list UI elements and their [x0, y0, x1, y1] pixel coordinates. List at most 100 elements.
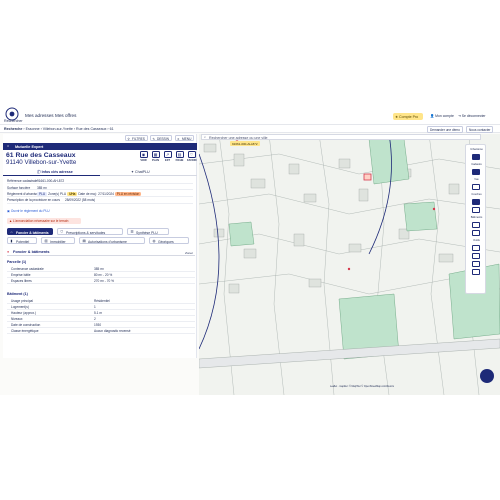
- map-canvas[interactable]: [199, 134, 500, 395]
- tab-chatplu-label: ChatPLU: [135, 170, 150, 175]
- pin-icon: ●: [7, 250, 10, 255]
- tool-button[interactable]: [472, 253, 480, 259]
- tool-button[interactable]: [472, 261, 480, 267]
- ctrl-label: Couches: [471, 193, 482, 196]
- nav-mes-offres[interactable]: Mes offres: [55, 113, 76, 118]
- warning-icon: ▲: [9, 219, 13, 224]
- maj-date: Date de maj : 27/11/2024: [78, 191, 114, 196]
- building-icon: ▥: [44, 239, 48, 244]
- zoner-link[interactable]: Zoner: [185, 251, 193, 255]
- row-value: 80 m² - 20 %: [94, 273, 113, 278]
- layer-toggle[interactable]: [472, 154, 480, 160]
- logout-label: Se déconnecter: [461, 114, 486, 118]
- table-row: Espaces libres 270 m² - 70 %: [7, 278, 195, 284]
- menu-button[interactable]: ≡ MENU: [175, 135, 195, 141]
- active-tab-indicator: [3, 175, 100, 176]
- app-window: Rechercher Mes adresses Mes offres ★ Com…: [0, 103, 500, 395]
- zone-label: Zone(s) PLU: [48, 191, 67, 196]
- cadastral-map[interactable]: [199, 134, 500, 395]
- selected-parcel[interactable]: [363, 173, 372, 181]
- plu-reglement-link[interactable]: ▣ Ouvrir le règlement du PLU: [7, 209, 50, 213]
- address-line1: 61 Rue des Casseaux: [6, 152, 76, 159]
- contact-button[interactable]: Nous contacter: [466, 126, 494, 134]
- home-icon: ⌂: [7, 144, 10, 149]
- panel-mini-tabs: ⚲ FILTRES ✎ DESSIN ≡ MENU: [3, 134, 197, 142]
- demo-button[interactable]: Demander une démo: [427, 126, 463, 134]
- section-foncier-header: ● Foncier & bâtiments Zoner: [7, 250, 195, 256]
- filtres-button[interactable]: ⚲ FILTRES: [125, 135, 148, 141]
- voir-action[interactable]: ◉ VOIR: [139, 151, 148, 165]
- plan-label: PLAN: [151, 159, 160, 162]
- ctrl-label: Outils: [473, 239, 480, 242]
- chip-potentiel[interactable]: ▮ Potentiel: [7, 237, 37, 244]
- row-key: Niveaux: [11, 317, 23, 322]
- compte-pro-button[interactable]: ★ Compte Pro: [393, 113, 423, 120]
- menu-label: MENU: [182, 137, 192, 141]
- nav-rechercher[interactable]: Rechercher: [4, 119, 23, 123]
- breadcrumb-root[interactable]: Recherche: [4, 127, 22, 131]
- chip-immobilier[interactable]: ▥ Immobilier: [41, 237, 75, 244]
- pin-icon: ⌂: [10, 230, 13, 235]
- logout-link[interactable]: ⇥ Se déconnecter: [458, 114, 486, 118]
- parcel-title: Parcelle (1): [7, 260, 27, 264]
- alert-text: L'annonciation nécessaire sur le terrain: [13, 219, 69, 224]
- list-icon: ☰: [130, 230, 134, 235]
- layer-toggle[interactable]: [472, 230, 480, 236]
- filtres-label: FILTRES: [132, 137, 145, 141]
- chip-prescriptions[interactable]: ⛉ Prescriptions & servitudes: [57, 228, 123, 235]
- voir-label: VOIR: [140, 159, 147, 162]
- info-key: Surface foncière: [7, 185, 31, 190]
- info-panel: ⚲ FILTRES ✎ DESSIN ≡ MENU ⌂ Mutuelle Expert…: [3, 134, 197, 358]
- layer-toggle[interactable]: [472, 199, 480, 205]
- mon-compte-link[interactable]: 👤 Mon compte: [430, 114, 454, 118]
- ctrl-label: Bâtiments: [470, 216, 483, 219]
- row-key: Emprise bâtie: [11, 273, 31, 278]
- row-key: Classe énergétique: [11, 329, 39, 334]
- nav-mes-adresses[interactable]: Mes adresses: [25, 113, 54, 118]
- row-value: Résidentiel: [94, 299, 110, 304]
- chip-label: Immobilier: [50, 239, 66, 244]
- shield-icon: ⛉: [60, 230, 64, 235]
- ext-action[interactable]: ↗ EXT: [163, 151, 172, 165]
- tool-button[interactable]: [472, 269, 480, 275]
- chip-autorisations[interactable]: ▤ Autorisations d'urbanisme: [79, 237, 145, 244]
- pencil-icon: ✎: [152, 136, 156, 141]
- favori-action[interactable]: ♡ FAVORI: [187, 151, 196, 165]
- row-value: Aucun diagnostic recensé: [94, 329, 131, 334]
- favori-label: FAVORI: [187, 159, 197, 162]
- fiche-action[interactable]: ▤ FICHE: [175, 151, 184, 165]
- row-value: 385 m²: [94, 267, 104, 272]
- plan-action[interactable]: ▦ PLAN: [151, 151, 160, 165]
- table-row: Classe énergétique Aucun diagnostic recen…: [7, 328, 195, 334]
- ctrl-label: Cadastre: [471, 163, 482, 166]
- layer-toggle[interactable]: [472, 207, 480, 213]
- chip-label: Prescriptions & servitudes: [66, 230, 106, 235]
- chart-icon: ▮: [10, 239, 13, 244]
- info-tabs: ⓘ Infos clés adresse ✦ ChatPLU: [3, 169, 197, 176]
- layer-toggle[interactable]: [472, 222, 480, 228]
- row-key: Usage principal: [11, 299, 33, 304]
- breadcrumb: Recherche › Essonne › Villebon-sur-Yvett…: [4, 127, 114, 131]
- chip-synthese[interactable]: ☰ Synthèse PLU: [127, 228, 169, 235]
- chip-label: Potentiel: [16, 239, 30, 244]
- plu-badge: PLU: [37, 191, 48, 197]
- info-row: Prescription de la procédure en cours 28…: [7, 197, 193, 204]
- breadcrumb-path: › Essonne › Villebon-sur-Yvette › Rue de…: [23, 127, 114, 131]
- document-icon: ▤: [175, 151, 184, 158]
- info-key: Référence cadastrale: [7, 179, 38, 184]
- tab-chatplu[interactable]: ✦ ChatPLU: [131, 170, 150, 174]
- dessin-button[interactable]: ✎ DESSIN: [150, 135, 172, 141]
- layer-toggle[interactable]: [472, 169, 480, 175]
- chip-label: Autorisations d'urbanisme: [88, 239, 127, 244]
- layer-toggle[interactable]: [472, 184, 480, 190]
- parcel-tooltip: 91661-000-AH-872: [230, 141, 260, 146]
- map-icon: ▦: [151, 151, 160, 158]
- chip-georiques[interactable]: ◍ Géoriques: [149, 237, 189, 244]
- map-search-input[interactable]: ⌕ Rechercher une adresse ou une ville: [201, 134, 481, 140]
- chat-button[interactable]: [480, 369, 494, 383]
- building-table: Usage principal Résidentiel Logement(s) 1 …: [7, 298, 195, 334]
- tool-button[interactable]: [472, 245, 480, 251]
- top-bar: Rechercher Mes adresses Mes offres ★ Com…: [0, 103, 500, 125]
- chip-foncier[interactable]: ⌂ Foncier & bâtiments: [7, 228, 53, 235]
- star-icon: ★: [395, 114, 399, 119]
